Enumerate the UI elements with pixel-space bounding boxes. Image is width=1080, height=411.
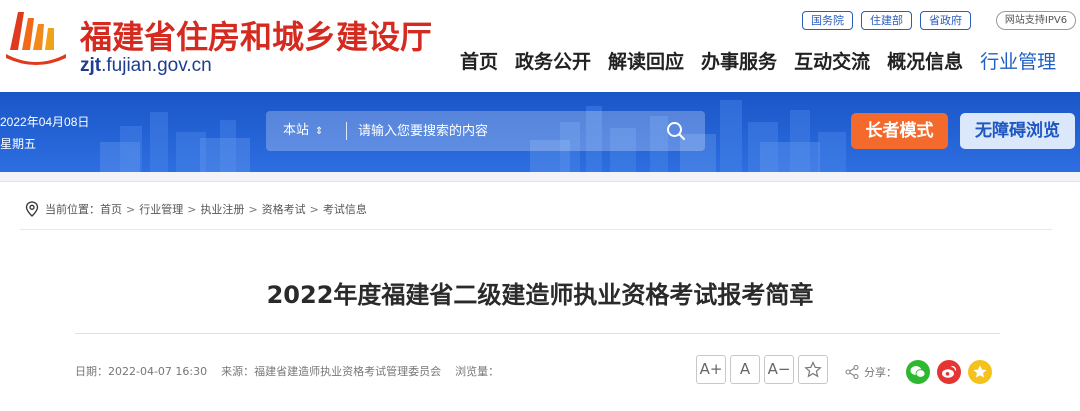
- breadcrumb-industry[interactable]: 行业管理: [139, 201, 183, 217]
- breadcrumb-qualification-exam[interactable]: 资格考试: [262, 201, 306, 217]
- wechat-share-button[interactable]: [906, 360, 930, 384]
- font-reset-button[interactable]: A: [730, 355, 760, 384]
- article-meta: 日期：2022-04-07 16:30 来源：福建省建造师执业资格考试管理委员会…: [75, 363, 499, 379]
- weekday-text: 星期五: [0, 137, 37, 151]
- banner: 2022年04月08日 星期五 本站 ⇕ 长者模式 无障碍浏览: [0, 92, 1080, 172]
- share-icon: [845, 365, 859, 379]
- qzone-share-button[interactable]: [968, 360, 992, 384]
- breadcrumb-separator: >: [126, 202, 136, 216]
- search-scope-label: 本站: [283, 123, 310, 138]
- title-divider: [75, 333, 1000, 334]
- article-source-value: 福建省建造师执业资格考试管理委员会: [254, 365, 442, 378]
- weibo-share-button[interactable]: [937, 360, 961, 384]
- share-label: 分享：: [864, 366, 897, 379]
- breadcrumb-divider: [20, 229, 1052, 230]
- article-panel: 当前位置： 首页 > 行业管理 > 执业注册 > 资格考试 > 考试信息 202…: [0, 181, 1080, 411]
- site-header: 福建省住房和城乡建设厅 zjt.fujian.gov.cn 国务院 住建部 省政…: [0, 0, 1080, 92]
- search-bar: 本站 ⇕: [266, 111, 705, 151]
- breadcrumb-separator: >: [187, 202, 197, 216]
- site-domain-rest: .fujian.gov.cn: [101, 55, 212, 76]
- site-domain: zjt.fujian.gov.cn: [80, 55, 212, 77]
- article-source-label: 来源：: [221, 365, 255, 378]
- nav-item-gov-affairs[interactable]: 政务公开: [515, 47, 591, 74]
- search-scope-select[interactable]: 本站 ⇕: [283, 111, 323, 151]
- qzone-star-icon: [973, 365, 987, 378]
- search-input[interactable]: [358, 119, 648, 143]
- ipv6-badge: 网站支持IPV6: [996, 11, 1076, 30]
- site-domain-bold: zjt: [80, 55, 102, 76]
- top-links: 国务院 住建部 省政府: [802, 11, 971, 30]
- wechat-icon: [910, 366, 926, 378]
- share-bar: 分享：: [845, 360, 992, 384]
- article-title: 2022年度福建省二级建造师执业资格考试报考简章: [266, 281, 814, 309]
- site-title[interactable]: 福建省住房和城乡建设厅: [80, 12, 432, 58]
- breadcrumb-registration[interactable]: 执业注册: [200, 201, 244, 217]
- breadcrumb-separator: >: [309, 202, 319, 216]
- article-source: 来源：福建省建造师执业资格考试管理委员会: [221, 363, 441, 379]
- breadcrumb-exam-info[interactable]: 考试信息: [323, 201, 367, 217]
- weibo-icon: [942, 365, 957, 378]
- sort-arrows-icon: ⇕: [315, 126, 324, 137]
- main-nav: 首页 政务公开 解读回应 办事服务 互动交流 概况信息 行业管理: [460, 47, 1056, 74]
- breadcrumb-prefix: 当前位置：: [45, 203, 100, 216]
- font-decrease-button[interactable]: A−: [764, 355, 794, 384]
- nav-item-interaction[interactable]: 互动交流: [794, 47, 870, 74]
- article-date-value: 2022-04-07 16:30: [108, 365, 208, 378]
- date-display: 2022年04月08日 星期五: [0, 111, 89, 155]
- article-date-label: 日期：: [75, 365, 108, 378]
- favorite-button[interactable]: [798, 355, 828, 384]
- nav-item-home[interactable]: 首页: [460, 47, 498, 74]
- top-link-mohurd[interactable]: 住建部: [861, 11, 912, 30]
- search-divider: [346, 122, 347, 140]
- nav-item-services[interactable]: 办事服务: [701, 47, 777, 74]
- breadcrumb: 当前位置： 首页 > 行业管理 > 执业注册 > 资格考试 > 考试信息: [25, 201, 367, 217]
- star-icon: [804, 361, 822, 378]
- nav-item-interpretation[interactable]: 解读回应: [608, 47, 684, 74]
- article-views: 浏览量：: [455, 365, 500, 378]
- font-increase-button[interactable]: A+: [696, 355, 726, 384]
- nav-item-overview[interactable]: 概况信息: [887, 47, 963, 74]
- article-tools: A+ A A−: [696, 355, 828, 384]
- top-link-provincial-gov[interactable]: 省政府: [920, 11, 971, 30]
- elder-mode-button[interactable]: 长者模式: [851, 113, 948, 149]
- breadcrumb-home[interactable]: 首页: [100, 201, 122, 217]
- search-icon[interactable]: [666, 121, 686, 141]
- accessible-browse-button[interactable]: 无障碍浏览: [960, 113, 1075, 149]
- date-text: 2022年04月08日: [0, 115, 90, 129]
- location-pin-icon: [25, 201, 39, 217]
- breadcrumb-separator: >: [248, 202, 258, 216]
- top-link-state-council[interactable]: 国务院: [802, 11, 853, 30]
- nav-item-industry[interactable]: 行业管理: [980, 47, 1056, 74]
- site-logo-icon[interactable]: [4, 6, 68, 72]
- article-date: 日期：2022-04-07 16:30: [75, 363, 207, 379]
